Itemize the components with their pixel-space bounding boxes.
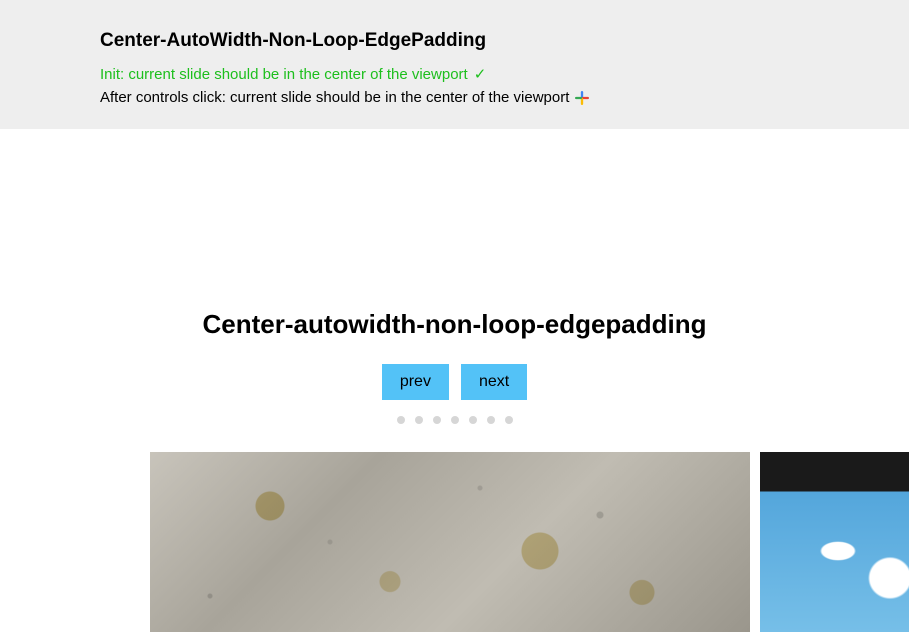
test-result-line: Init: current slide should be in the cen… [100,62,800,86]
pagination-dots [0,416,909,424]
spinner-icon [575,91,589,105]
slider-controls: prev next [0,364,909,400]
section-heading: Center-autowidth-non-loop-edgepadding [0,309,909,340]
slider-viewport [0,452,909,632]
pagination-dot[interactable] [433,416,441,424]
main-content: Center-autowidth-non-loop-edgepadding pr… [0,129,909,632]
pagination-dot[interactable] [469,416,477,424]
slide[interactable] [150,452,750,632]
slider-track[interactable] [150,452,909,632]
next-button[interactable]: next [461,364,527,400]
header-inner: Center-AutoWidth-Non-Loop-EdgePadding In… [100,30,800,109]
page-title: Center-AutoWidth-Non-Loop-EdgePadding [100,30,800,52]
test-result-text: Init: current slide should be in the cen… [100,66,468,83]
check-icon: ✓ [474,65,487,83]
prev-button[interactable]: prev [382,364,449,400]
pagination-dot[interactable] [451,416,459,424]
test-result-line: After controls click: current slide shou… [100,86,800,109]
pagination-dot[interactable] [397,416,405,424]
header-panel: Center-AutoWidth-Non-Loop-EdgePadding In… [0,0,909,129]
pagination-dot[interactable] [505,416,513,424]
pagination-dot[interactable] [415,416,423,424]
test-result-text: After controls click: current slide shou… [100,89,569,106]
pagination-dot[interactable] [487,416,495,424]
slide[interactable] [760,452,909,632]
